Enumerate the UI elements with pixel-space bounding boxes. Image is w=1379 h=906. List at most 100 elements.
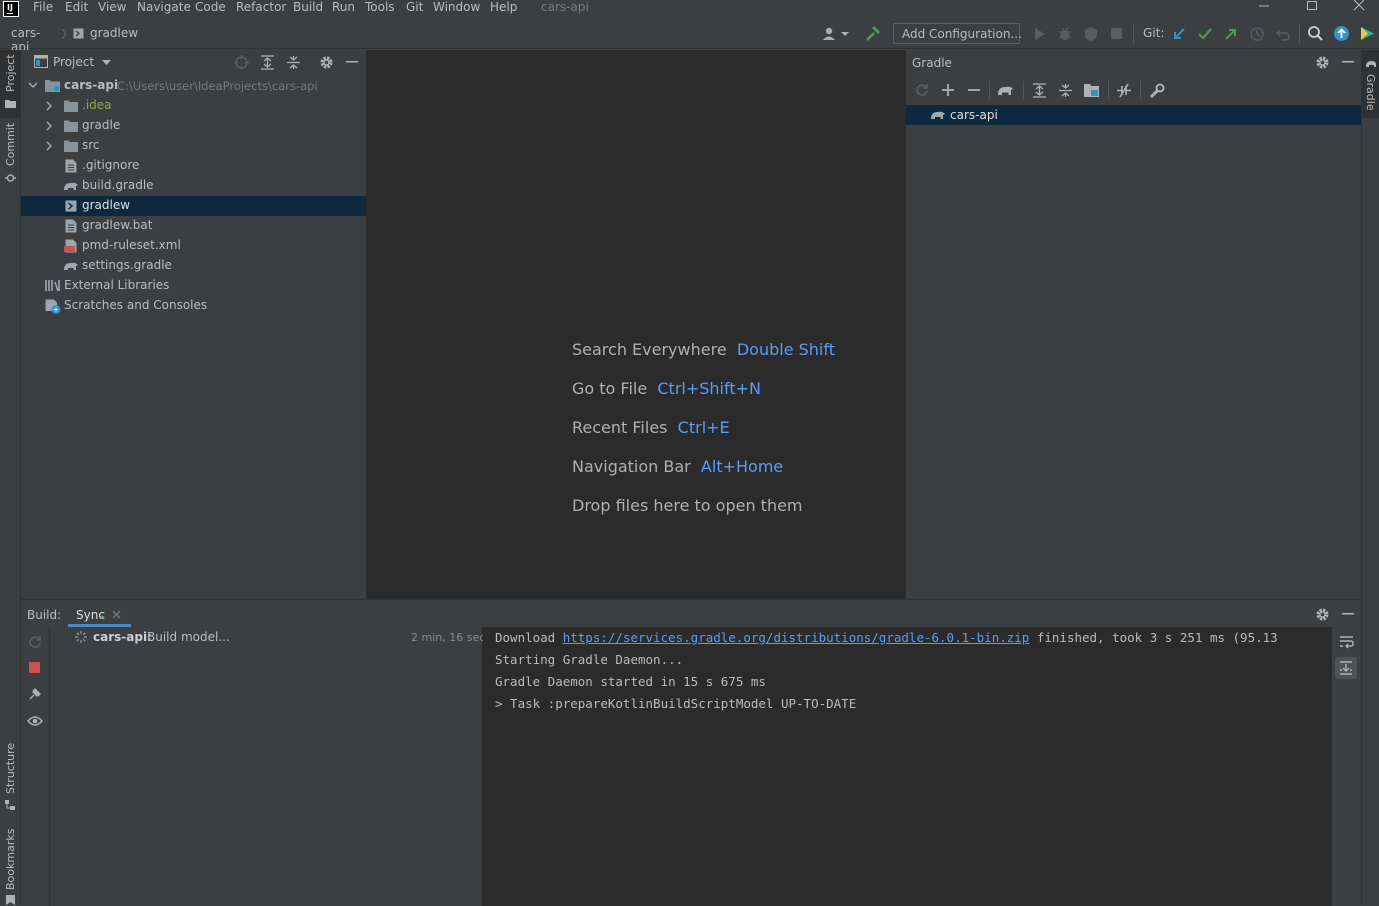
- stripe-gradle-tab[interactable]: Gradle: [1362, 50, 1379, 118]
- chevron-right-icon[interactable]: [46, 101, 53, 111]
- console-download-link[interactable]: https://services.gradle.org/distribution…: [563, 630, 1030, 645]
- history-icon[interactable]: [1249, 26, 1265, 42]
- stripe-project-label: Project: [4, 54, 17, 92]
- menu-code[interactable]: Code: [195, 0, 226, 14]
- project-view-icon: [34, 55, 48, 68]
- stop-icon[interactable]: [1110, 27, 1124, 41]
- tree-item-settings-gradle[interactable]: settings.gradle: [21, 256, 366, 276]
- settings-gear-icon[interactable]: [319, 55, 334, 70]
- hide-panel-icon[interactable]: [346, 61, 358, 64]
- code-with-me-icon[interactable]: [1359, 25, 1376, 42]
- stripe-project-tab[interactable]: Project: [0, 50, 20, 118]
- chevron-right-icon[interactable]: [46, 121, 53, 131]
- stripe-structure-tab[interactable]: Structure: [0, 743, 20, 816]
- gradle-tree-item-cars-api[interactable]: cars-api: [906, 105, 1361, 125]
- dependencies-icon[interactable]: [1084, 83, 1100, 98]
- stop-build-icon[interactable]: [29, 662, 41, 674]
- menu-tools[interactable]: Tools: [365, 0, 395, 14]
- tree-root-row[interactable]: cars-api C:\Users\user\IdeaProjects\cars…: [21, 76, 366, 96]
- menu-build[interactable]: Build: [293, 0, 323, 14]
- sync-icon[interactable]: [28, 635, 42, 649]
- tree-item-scratches[interactable]: Scratches and Consoles: [21, 296, 366, 316]
- build-hammer-icon[interactable]: [864, 25, 882, 43]
- gradle-project-label: cars-api: [950, 108, 998, 122]
- git-commit-icon[interactable]: [1197, 26, 1213, 42]
- menu-navigate[interactable]: Navigate: [137, 0, 191, 14]
- pin-icon[interactable]: [28, 687, 42, 701]
- close-window-icon[interactable]: [1353, 0, 1365, 12]
- build-actions-column: [21, 627, 50, 906]
- minimize-icon[interactable]: [1258, 4, 1270, 12]
- tree-item-label: src: [82, 138, 100, 152]
- close-tab-icon[interactable]: [112, 610, 121, 619]
- chevron-down-icon[interactable]: [102, 60, 111, 66]
- add-configuration-button[interactable]: Add Configuration...: [893, 23, 1022, 44]
- remove-icon[interactable]: [967, 83, 981, 97]
- tree-item-gradlew[interactable]: gradlew: [21, 196, 366, 216]
- git-push-icon[interactable]: [1223, 26, 1239, 42]
- stripe-bookmarks-tab[interactable]: Bookmarks: [0, 828, 20, 905]
- eye-icon[interactable]: [27, 715, 43, 727]
- build-console[interactable]: Download https://services.gradle.org/dis…: [483, 627, 1332, 906]
- reload-icon[interactable]: [915, 83, 929, 97]
- settings-gear-icon[interactable]: [1315, 55, 1330, 70]
- tree-item-external-libraries[interactable]: External Libraries: [21, 276, 366, 296]
- menu-view[interactable]: View: [98, 0, 126, 14]
- build-tool-settings-icon[interactable]: [1149, 83, 1165, 99]
- hide-panel-icon[interactable]: [1342, 61, 1354, 64]
- hint-action: Navigation Bar: [572, 457, 691, 476]
- menu-edit[interactable]: Edit: [65, 0, 88, 14]
- maximize-icon[interactable]: [1306, 0, 1318, 12]
- editor-empty-area[interactable]: Search Everywhere Double Shift Go to Fil…: [367, 50, 905, 599]
- settings-gear-icon[interactable]: [1315, 607, 1330, 622]
- soft-wrap-icon[interactable]: [1339, 635, 1354, 649]
- tree-item-src[interactable]: src: [21, 136, 366, 156]
- chevron-down-icon[interactable]: [28, 82, 38, 89]
- rollback-icon[interactable]: [1275, 26, 1291, 42]
- collapse-all-icon[interactable]: [1058, 83, 1073, 98]
- tab-sync[interactable]: Sync: [68, 600, 131, 627]
- run-icon[interactable]: [1033, 27, 1047, 41]
- library-icon: [45, 280, 60, 292]
- toolbar-separator: [1299, 24, 1300, 44]
- menu-help[interactable]: Help: [490, 0, 517, 14]
- user-menu-icon[interactable]: [822, 26, 850, 42]
- menu-file[interactable]: File: [33, 0, 53, 14]
- scroll-to-end-toggle[interactable]: [1335, 657, 1357, 679]
- breadcrumb-file[interactable]: gradlew: [90, 26, 138, 40]
- debug-icon[interactable]: [1057, 26, 1073, 42]
- collapse-all-icon[interactable]: [286, 55, 301, 70]
- tree-item-idea[interactable]: .idea: [21, 96, 366, 116]
- coverage-icon[interactable]: [1083, 26, 1099, 42]
- toggle-offline-icon[interactable]: [1116, 83, 1132, 98]
- stripe-commit-tab[interactable]: Commit: [0, 123, 20, 186]
- console-line: Download https://services.gradle.org/dis…: [495, 630, 1278, 645]
- tree-item-gradle[interactable]: gradle: [21, 116, 366, 136]
- tree-item-gitignore[interactable]: .gitignore: [21, 156, 366, 176]
- left-tool-stripe: Project Commit Structure Bookmarks: [0, 50, 21, 905]
- tree-item-pmd-ruleset[interactable]: pmd-ruleset.xml: [21, 236, 366, 256]
- tree-item-label: build.gradle: [82, 178, 154, 192]
- hide-panel-icon[interactable]: [1342, 613, 1354, 616]
- menu-git[interactable]: Git: [406, 0, 423, 14]
- git-update-icon[interactable]: [1171, 26, 1187, 42]
- add-icon[interactable]: [941, 83, 955, 97]
- hint-action: Drop files here to open them: [572, 496, 803, 515]
- menu-window[interactable]: Window: [433, 0, 480, 14]
- tree-item-build-gradle[interactable]: build.gradle: [21, 176, 366, 196]
- build-task-row[interactable]: cars-api: Build model... 2 min, 16 sec: [50, 627, 485, 647]
- chevron-right-icon[interactable]: [46, 141, 53, 151]
- project-panel-title[interactable]: Project: [53, 55, 94, 69]
- execute-gradle-task-icon[interactable]: [997, 83, 1014, 97]
- folder-icon: [64, 100, 78, 112]
- window-title: cars-api: [541, 0, 589, 14]
- xml-file-icon: [64, 239, 77, 253]
- ide-update-icon[interactable]: [1333, 25, 1350, 42]
- search-icon[interactable]: [1307, 25, 1324, 42]
- expand-all-icon[interactable]: [260, 55, 275, 70]
- menu-run[interactable]: Run: [332, 0, 355, 14]
- menu-refactor[interactable]: Refactor: [236, 0, 286, 14]
- locate-file-icon[interactable]: [234, 55, 249, 70]
- expand-all-icon[interactable]: [1032, 83, 1047, 98]
- tree-item-gradlew-bat[interactable]: gradlew.bat: [21, 216, 366, 236]
